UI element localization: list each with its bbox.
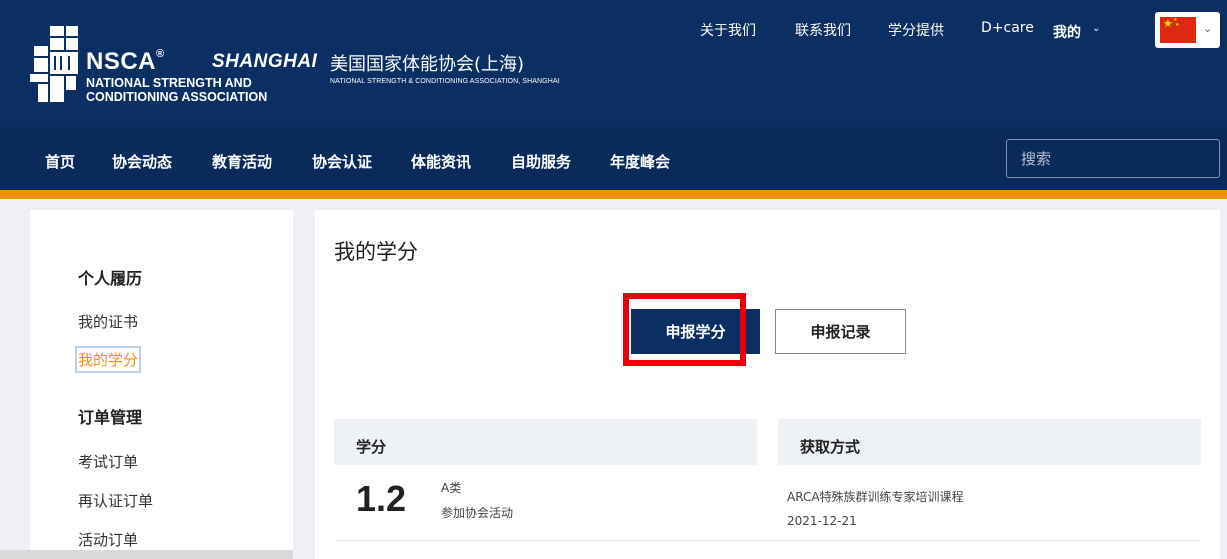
- nav-item-certification[interactable]: 协会认证: [312, 151, 372, 172]
- logo-subtitle-line1: NATIONAL STRENGTH AND: [86, 76, 252, 90]
- language-selector[interactable]: ★ ★ ★ ⌄: [1155, 12, 1220, 48]
- nav-item-self-service[interactable]: 自助服务: [511, 151, 571, 172]
- method-course-name: ARCA特殊族群训练专家培训课程: [787, 490, 964, 504]
- sidebar-heading-orders: 订单管理: [78, 408, 143, 427]
- table-header-method: 获取方式: [778, 419, 1201, 465]
- account-sidebar: 个人履历 我的证书 我的学分 订单管理 考试订单 再认证订单 活动订单: [30, 210, 293, 559]
- sidebar-item-my-credits[interactable]: 我的学分: [74, 346, 142, 373]
- apply-credit-button[interactable]: 申报学分: [631, 309, 760, 354]
- nav-item-summit[interactable]: 年度峰会: [610, 151, 670, 172]
- top-link-contact[interactable]: 联系我们: [795, 20, 851, 40]
- nsca-logo-mark-icon: [30, 26, 78, 102]
- table-header-credit: 学分: [334, 419, 757, 465]
- chevron-down-icon: ⌄: [1203, 22, 1213, 35]
- top-link-dcare[interactable]: D+care: [981, 20, 1034, 36]
- credit-activity: 参加协会活动: [441, 506, 514, 520]
- china-flag-icon: ★ ★ ★: [1160, 17, 1196, 43]
- logo-shanghai-text: SHANGHAI: [212, 51, 318, 72]
- sidebar-item-recert-orders[interactable]: 再认证订单: [78, 490, 153, 511]
- sidebar-heading-profile: 个人履历: [78, 269, 143, 288]
- logo-chinese-name: 美国国家体能协会(上海): [330, 54, 525, 75]
- nav-item-news[interactable]: 协会动态: [112, 151, 172, 172]
- nsca-shanghai-logo[interactable]: NSCA® SHANGHAI NATIONAL STRENGTH AND CON…: [28, 24, 588, 106]
- method-date: 2021-12-21: [787, 514, 857, 528]
- top-link-about[interactable]: 关于我们: [700, 20, 756, 40]
- accent-divider: [0, 190, 1227, 199]
- main-nav: 首页 协会动态 教育活动 协会认证 体能资讯 自助服务 年度峰会: [0, 127, 1227, 190]
- nav-item-fitness-info[interactable]: 体能资讯: [411, 151, 471, 172]
- apply-records-button[interactable]: 申报记录: [775, 309, 906, 354]
- logo-nsca-text: NSCA®: [86, 48, 165, 75]
- sidebar-item-exam-orders[interactable]: 考试订单: [78, 451, 138, 472]
- sidebar-item-my-certificates[interactable]: 我的证书: [78, 311, 138, 332]
- horizontal-scrollbar[interactable]: [0, 550, 293, 559]
- chevron-down-icon: ⌄: [1092, 23, 1101, 34]
- row-divider: [334, 540, 1201, 541]
- nav-item-education[interactable]: 教育活动: [212, 151, 272, 172]
- credit-value: 1.2: [356, 478, 407, 519]
- search-input[interactable]: [1006, 139, 1220, 178]
- account-menu[interactable]: 我的: [1053, 22, 1081, 42]
- credit-category: A类: [441, 481, 462, 495]
- main-content: 我的学分 申报学分 申报记录 学分 获取方式 1.2 A类 参加协会活动 ARC…: [315, 210, 1220, 559]
- site-header: NSCA® SHANGHAI NATIONAL STRENGTH AND CON…: [0, 0, 1227, 127]
- page-title: 我的学分: [334, 240, 418, 264]
- sidebar-item-event-orders[interactable]: 活动订单: [78, 529, 138, 550]
- top-link-credit-providers[interactable]: 学分提供: [888, 20, 944, 40]
- nav-item-home[interactable]: 首页: [45, 151, 75, 172]
- logo-subtitle-line2: CONDITIONING ASSOCIATION: [86, 90, 268, 104]
- logo-english-fullname: NATIONAL STRENGTH & CONDITIONING ASSOCIA…: [330, 78, 560, 85]
